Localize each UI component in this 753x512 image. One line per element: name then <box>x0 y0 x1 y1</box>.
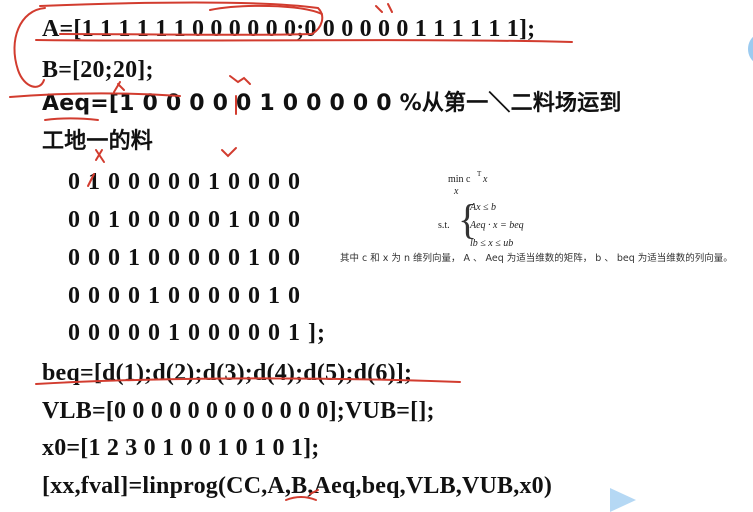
code-line-aeq: Aeq=[1 0 0 0 0 0 1 0 0 0 0 0 %从第一＼二料场运到 <box>42 91 622 116</box>
code-line-beq: beq=[d(1);d(2);d(3);d(4);d(5);d(6)]; <box>42 360 413 386</box>
aeq-row: 0 1 0 0 0 0 0 1 0 0 0 0 <box>68 169 301 195</box>
formula-constraint-1: Ax ≤ b <box>470 202 497 213</box>
pointer-marker-icon <box>748 36 753 62</box>
code-line-a: A=[1 1 1 1 1 1 0 0 0 0 0 0;0 0 0 0 0 0 1… <box>42 16 536 42</box>
pointer-marker-icon <box>610 488 636 512</box>
code-line-b: B=[20;20]; <box>42 57 154 83</box>
formula-constraint-2: Aeq · x = beq <box>470 220 524 231</box>
linprog-formula-figure: min c T x x s.t. { Ax ≤ b Aeq · x = beq … <box>340 170 750 292</box>
formula-min-label: min c <box>448 174 471 185</box>
code-line-vlb: VLB=[0 0 0 0 0 0 0 0 0 0 0 0];VUB=[]; <box>42 398 435 424</box>
aeq-row: 0 0 0 0 1 0 0 0 0 0 1 0 <box>68 283 301 309</box>
formula-constraint-3: lb ≤ x ≤ ub <box>470 238 514 249</box>
code-line-aeq-comment-cont: 工地一的料 <box>42 129 154 154</box>
formula-min-var: x <box>483 174 488 185</box>
code-line-linprog-call: [xx,fval]=linprog(CC,A,B,Aeq,beq,VLB,VUB… <box>42 473 553 499</box>
formula-transpose-sup: T <box>477 170 482 178</box>
formula-note: 其中 c 和 x 为 n 维列向量， A 、 Aeq 为适当维数的矩阵， b 、… <box>340 253 733 264</box>
aeq-row: 0 0 1 0 0 0 0 0 1 0 0 0 <box>68 207 301 233</box>
formula-st-label: s.t. <box>438 220 450 231</box>
aeq-row: 0 0 0 0 0 1 0 0 0 0 0 1 ]; <box>68 320 326 346</box>
aeq-row: 0 0 0 1 0 0 0 0 0 1 0 0 <box>68 245 301 271</box>
code-line-x0: x0=[1 2 3 0 1 0 0 1 0 1 0 1]; <box>42 435 320 461</box>
